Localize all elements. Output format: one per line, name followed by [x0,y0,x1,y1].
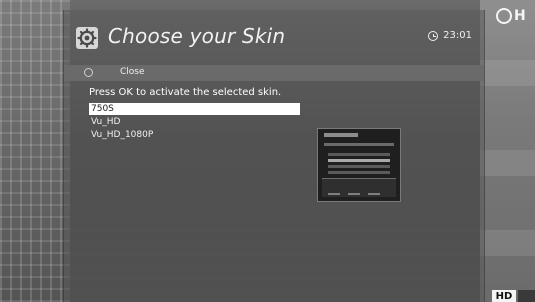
channel-logo: H [496,6,532,26]
skin-preview-image [317,128,401,202]
hd-badge-extension [518,290,535,302]
background-stadium [480,0,535,302]
skin-item-750s[interactable]: 750S [89,103,300,115]
close-button[interactable]: Close [64,65,484,81]
skin-selector-dialog: Choose your Skin 23:01 Close Press OK to… [63,10,485,302]
background-goal-net [0,0,70,302]
clock-icon [428,30,439,41]
instruction-text: Press OK to activate the selected skin. [89,87,282,98]
gear-icon [76,27,98,49]
clock: 23:01 [428,30,472,41]
channel-logo-text: H [514,8,526,24]
hd-badge: HD [492,290,516,302]
clock-time: 23:01 [443,30,472,41]
page-title: Choose your Skin [108,24,286,48]
skin-item-vu-hd[interactable]: Vu_HD [89,116,300,128]
dialog-header: Choose your Skin 23:01 [64,10,484,62]
tv-screen: H Choose your Skin 23:01 Close Press OK … [0,0,535,302]
circle-button-icon [84,68,93,77]
close-label: Close [120,67,145,77]
skin-item-vu-hd-1080p[interactable]: Vu_HD_1080P [89,129,300,141]
channel-logo-icon [496,8,512,24]
skin-list: 750S Vu_HD Vu_HD_1080P [89,103,300,142]
